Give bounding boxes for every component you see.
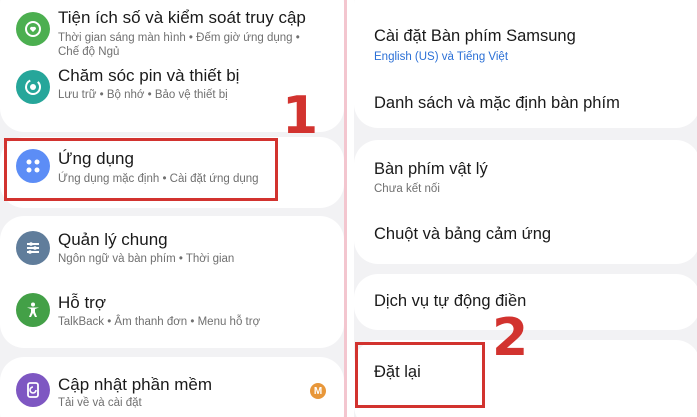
item-subtitle: English (US) và Tiếng Việt xyxy=(374,51,509,63)
accessibility-icon xyxy=(16,293,50,327)
right-settings-panel: Cài đặt Bàn phím Samsung English (US) và… xyxy=(354,0,700,417)
input-card: Bàn phím vật lý Chưa kết nối Chuột và bả… xyxy=(354,140,700,264)
item-subtitle-cont: Chế độ Ngủ xyxy=(58,46,120,58)
settings-item-physical-keyboard[interactable]: Bàn phím vật lý Chưa kết nối xyxy=(374,160,700,195)
item-title: Cập nhật phần mềm xyxy=(58,375,213,394)
digital-wellbeing-icon xyxy=(16,12,50,46)
item-title: Danh sách và mặc định bàn phím xyxy=(374,94,620,112)
keyboard-card: Cài đặt Bàn phím Samsung English (US) và… xyxy=(354,0,700,128)
item-title: Chăm sóc pin và thiết bị xyxy=(58,66,240,85)
item-subtitle: Tải về và cài đặt xyxy=(58,397,142,409)
item-subtitle: Chưa kết nối xyxy=(374,183,440,195)
settings-item-autofill[interactable]: Dịch vụ tự động điền xyxy=(374,292,700,311)
item-title: Dịch vụ tự động điền xyxy=(374,292,527,310)
item-title: Quản lý chung xyxy=(58,230,168,249)
settings-item-samsung-keyboard[interactable]: Cài đặt Bàn phím Samsung English (US) và… xyxy=(374,27,700,63)
settings-item-digital-wellbeing[interactable]: Tiện ích số và kiểm soát truy cập Thời g… xyxy=(0,0,344,64)
settings-card-update: Cập nhật phần mềm Tải về và cài đặt M xyxy=(0,357,344,417)
item-title: Tiện ích số và kiểm soát truy cập xyxy=(58,8,306,27)
update-badge: M xyxy=(310,383,326,399)
panel-edge-left xyxy=(344,0,347,417)
software-update-icon xyxy=(16,373,50,407)
item-subtitle: Lưu trữ • Bộ nhớ • Bảo vệ thiết bị xyxy=(58,89,228,101)
general-management-icon xyxy=(16,231,50,265)
item-title: Bàn phím vật lý xyxy=(374,160,488,178)
step-number-1: 1 xyxy=(282,86,319,146)
settings-item-accessibility[interactable]: Hỗ trợ TalkBack • Âm thanh đơn • Menu hỗ… xyxy=(0,280,344,344)
settings-item-mouse-touchpad[interactable]: Chuột và bảng cảm ứng xyxy=(374,225,700,244)
item-title: Hỗ trợ xyxy=(58,293,106,312)
settings-item-software-update[interactable]: Cập nhật phần mềm Tải về và cài đặt M xyxy=(0,357,344,417)
item-subtitle: TalkBack • Âm thanh đơn • Menu hỗ trợ xyxy=(58,316,261,328)
item-title: Cài đặt Bàn phím Samsung xyxy=(374,27,576,45)
left-settings-panel: Tiện ích số và kiểm soát truy cập Thời g… xyxy=(0,0,344,417)
item-subtitle: Ngôn ngữ và bàn phím • Thời gian xyxy=(58,253,235,265)
step-number-2: 2 xyxy=(492,308,529,368)
settings-item-general-management[interactable]: Quản lý chung Ngôn ngữ và bàn phím • Thờ… xyxy=(0,216,344,280)
settings-card-management: Quản lý chung Ngôn ngữ và bàn phím • Thờ… xyxy=(0,216,344,348)
reset-highlight-box xyxy=(355,342,485,408)
settings-item-keyboard-list[interactable]: Danh sách và mặc định bàn phím xyxy=(374,94,700,113)
item-subtitle: Thời gian sáng màn hình • Đếm giờ ứng dụ… xyxy=(58,32,300,44)
item-title: Chuột và bảng cảm ứng xyxy=(374,225,552,243)
apps-highlight-box xyxy=(4,138,278,201)
